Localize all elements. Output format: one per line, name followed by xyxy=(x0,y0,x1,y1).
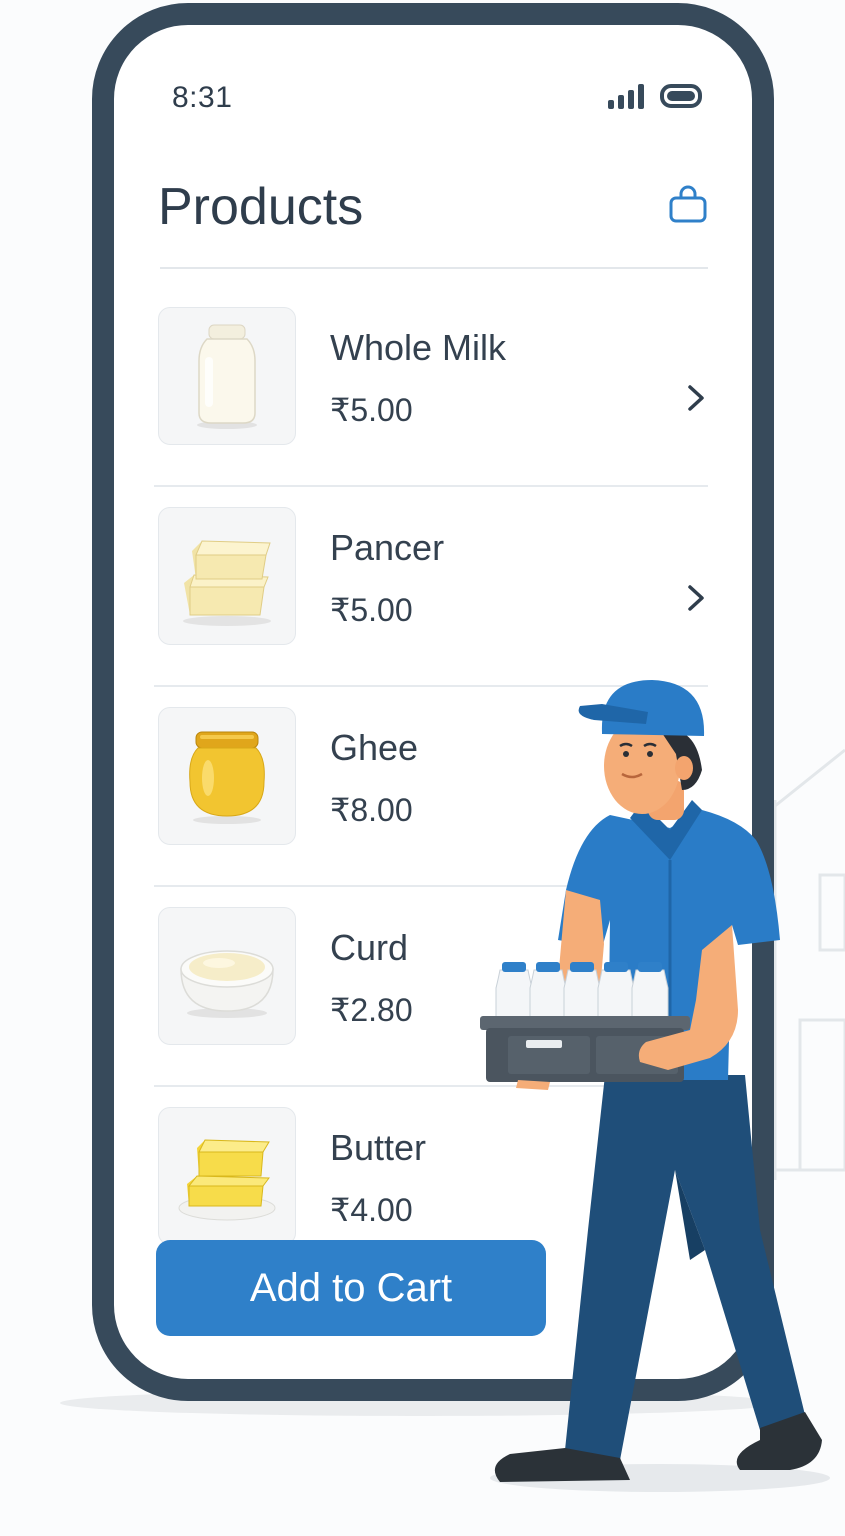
chevron-right-icon[interactable] xyxy=(684,581,708,615)
title-divider xyxy=(160,267,708,269)
delivery-person-illustration xyxy=(480,680,830,1492)
status-time: 8:31 xyxy=(172,81,233,114)
butter-block-icon xyxy=(178,1139,276,1221)
product-name: Whole Milk xyxy=(330,327,507,368)
chevron-right-icon[interactable] xyxy=(684,381,708,415)
product-thumbnail xyxy=(158,1107,296,1245)
status-icons xyxy=(608,83,702,109)
ghee-jar-icon xyxy=(189,731,265,824)
product-price: ₹2.80 xyxy=(330,992,413,1028)
product-price: ₹5.00 xyxy=(330,592,413,628)
milk-bottles xyxy=(495,962,669,1021)
paneer-cubes-icon xyxy=(183,540,271,626)
signal-icon xyxy=(608,83,644,109)
product-price: ₹8.00 xyxy=(330,792,413,828)
battery-icon xyxy=(660,84,702,108)
product-name: Butter xyxy=(330,1127,427,1168)
product-price: ₹5.00 xyxy=(330,392,413,428)
product-name: Curd xyxy=(330,927,409,968)
product-name: Ghee xyxy=(330,727,419,768)
product-thumbnail xyxy=(158,907,296,1045)
product-name: Pancer xyxy=(330,527,445,568)
shopping-bag-icon[interactable] xyxy=(668,185,708,225)
product-price: ₹4.00 xyxy=(330,1192,413,1228)
product-row-pancer[interactable]: Pancer ₹5.00 xyxy=(154,487,708,687)
page-title: Products xyxy=(158,178,364,236)
curd-bowl-icon xyxy=(180,950,274,1018)
product-row-whole-milk[interactable]: Whole Milk ₹5.00 xyxy=(154,287,708,487)
product-thumbnail xyxy=(158,307,296,445)
milk-jar-icon xyxy=(197,324,257,429)
product-thumbnail xyxy=(158,707,296,845)
product-thumbnail xyxy=(158,507,296,645)
